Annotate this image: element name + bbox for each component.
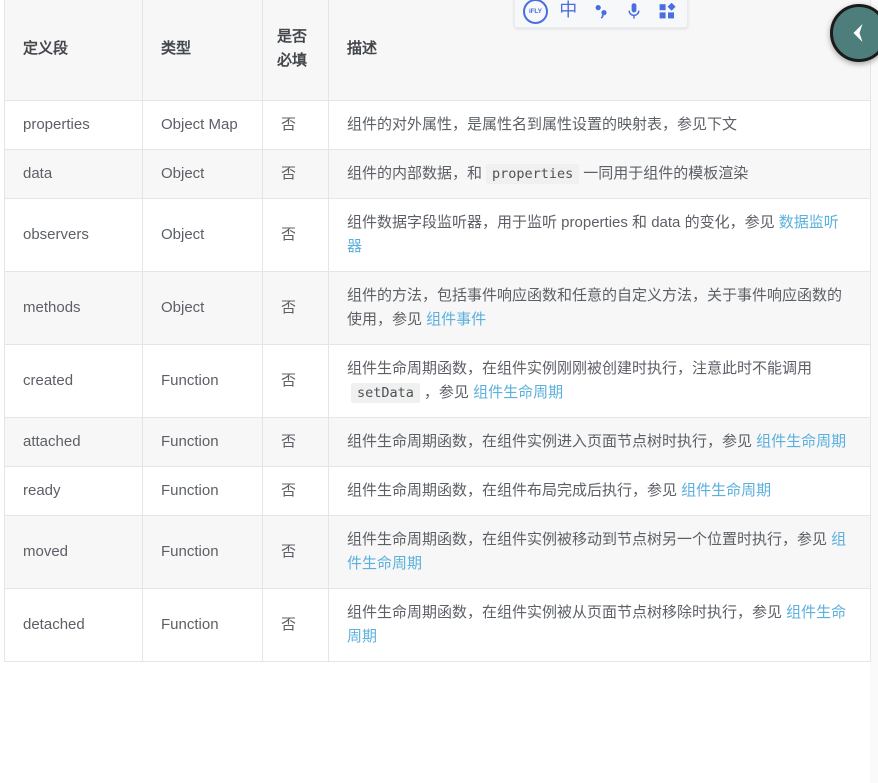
cell-field: attached bbox=[4, 417, 143, 467]
cell-type: Function bbox=[142, 515, 263, 589]
description-text: 组件生命周期函数，在组件实例被从页面节点树移除时执行，参见 bbox=[347, 604, 787, 621]
cell-description: 组件生命周期函数，在组件实例刚刚被创建时执行，注意此时不能调用 setData ，参… bbox=[328, 344, 871, 418]
cell-field: observers bbox=[4, 198, 143, 272]
inline-code: setData bbox=[351, 383, 420, 403]
cell-required: 否 bbox=[262, 515, 329, 589]
table-header: 定义段 类型 是否必填 描述 bbox=[4, 0, 871, 101]
table-row: properties Object Map 否 组件的对外属性，是属性名到属性设置的映… bbox=[4, 100, 871, 150]
microphone-icon[interactable] bbox=[620, 0, 648, 24]
cell-description: 组件生命周期函数，在组件实例被从页面节点树移除时执行，参见 组件生命周期 bbox=[328, 588, 871, 662]
cell-field: properties bbox=[4, 100, 143, 150]
cell-required: 否 bbox=[262, 100, 329, 150]
chinese-mode-label: 中 bbox=[559, 0, 578, 21]
description-text: 组件生命周期函数，在组件布局完成后执行，参见 bbox=[347, 482, 682, 499]
doc-link[interactable]: 组件生命周期 bbox=[473, 384, 563, 401]
cell-type: Function bbox=[142, 417, 263, 467]
table-row: data Object 否组件的内部数据，和 properties 一同用于组件的模板渲… bbox=[4, 149, 871, 199]
cell-description: 组件的方法，包括事件响应函数和任意的自定义方法，关于事件响应函数的使用，参见 组… bbox=[328, 271, 871, 345]
cell-type: Object bbox=[142, 149, 263, 199]
cell-required: 否 bbox=[262, 588, 329, 662]
table-body: properties Object Map 否组件的对外属性，是属性名到属性设置的映… bbox=[4, 100, 871, 662]
cell-type: Object Map bbox=[142, 100, 263, 150]
cell-field: data bbox=[4, 149, 143, 199]
component-definition-table: 定义段 类型 是否必填 描述 properties Object Map 否组件的对… bbox=[4, 0, 871, 662]
component-definition-table-container: 定义段 类型 是否必填 描述 properties Object Map 否组件的对… bbox=[4, 0, 871, 662]
cell-description: 组件数据字段监听器，用于监听 properties 和 data 的变化，参见 … bbox=[328, 198, 871, 272]
column-header-type: 类型 bbox=[142, 0, 263, 101]
cell-type: Function bbox=[142, 588, 263, 662]
cell-description: 组件的对外属性，是属性名到属性设置的映射表，参见下文 bbox=[328, 100, 871, 150]
doc-link[interactable]: 组件生命周期 bbox=[681, 482, 771, 499]
chevron-left-icon bbox=[853, 24, 863, 42]
page-scroll-gutter[interactable] bbox=[870, 0, 878, 783]
table-header-row: 定义段 类型 是否必填 描述 bbox=[4, 0, 871, 101]
table-row: detached Function 否组件生命周期函数，在组件实例被从页面节点树移除… bbox=[4, 588, 871, 662]
cell-description: 组件生命周期函数，在组件实例被移动到节点树另一个位置时执行，参见 组件生命周期 bbox=[328, 515, 871, 589]
ifly-logo-icon[interactable]: iFLY bbox=[521, 0, 549, 24]
cell-type: Object bbox=[142, 271, 263, 345]
description-text: 组件的内部数据，和 bbox=[347, 165, 483, 182]
cell-field: ready bbox=[4, 466, 143, 516]
description-text: 组件生命周期函数，在组件实例被移动到节点树另一个位置时执行，参见 bbox=[347, 531, 832, 548]
table-row: created Function 否组件生命周期函数，在组件实例刚刚被创建时执行，注… bbox=[4, 344, 871, 418]
description-text: 组件的方法，包括事件响应函数和任意的自定义方法，关于事件响应函数的使用，参见 bbox=[347, 287, 843, 328]
cell-type: Function bbox=[142, 466, 263, 516]
cell-type: Function bbox=[142, 344, 263, 418]
chinese-mode-icon[interactable]: 中 bbox=[554, 0, 582, 24]
cell-type: Object bbox=[142, 198, 263, 272]
table-row: ready Function 否组件生命周期函数，在组件布局完成后执行，参见 组件生… bbox=[4, 466, 871, 516]
cell-required: 否 bbox=[262, 149, 329, 199]
description-text: 组件生命周期函数，在组件实例进入页面节点树时执行，参见 bbox=[347, 433, 757, 450]
description-text: ，参见 bbox=[423, 384, 474, 401]
table-row: observers Object 否组件数据字段监听器，用于监听 propertie… bbox=[4, 198, 871, 272]
cell-field: detached bbox=[4, 588, 143, 662]
cell-required: 否 bbox=[262, 344, 329, 418]
cell-field: methods bbox=[4, 271, 143, 345]
description-text: 组件的对外属性，是属性名到属性设置的映射表，参见下文 bbox=[347, 116, 738, 133]
cell-field: moved bbox=[4, 515, 143, 589]
column-header-field: 定义段 bbox=[4, 0, 143, 101]
ifly-logo-text: iFLY bbox=[522, 0, 548, 24]
description-text: 组件生命周期函数，在组件实例刚刚被创建时执行，注意此时不能调用 bbox=[347, 360, 813, 377]
apps-grid-icon[interactable] bbox=[653, 0, 681, 24]
table-row: methods Object 否组件的方法，包括事件响应函数和任意的自定义方法，关于… bbox=[4, 271, 871, 345]
description-text: 一同用于组件的模板渲染 bbox=[583, 165, 749, 182]
ifly-ime-toolbar[interactable]: iFLY 中 bbox=[514, 0, 688, 28]
inline-code: properties bbox=[486, 164, 580, 184]
cell-required: 否 bbox=[262, 466, 329, 516]
doc-link[interactable]: 组件生命周期 bbox=[756, 433, 846, 450]
cell-required: 否 bbox=[262, 198, 329, 272]
column-header-required: 是否必填 bbox=[262, 0, 329, 101]
description-text: 组件数据字段监听器，用于监听 properties 和 data 的变化，参见 bbox=[347, 214, 779, 231]
cell-description: 组件的内部数据，和 properties 一同用于组件的模板渲染 bbox=[328, 149, 871, 199]
table-row: moved Function 否组件生命周期函数，在组件实例被移动到节点树另一个位置… bbox=[4, 515, 871, 589]
cell-required: 否 bbox=[262, 417, 329, 467]
page-root: 定义段 类型 是否必填 描述 properties Object Map 否组件的对… bbox=[0, 0, 878, 783]
table-row: attached Function 否组件生命周期函数，在组件实例进入页面节点树时执… bbox=[4, 417, 871, 467]
cell-required: 否 bbox=[262, 271, 329, 345]
cell-description: 组件生命周期函数，在组件布局完成后执行，参见 组件生命周期 bbox=[328, 466, 871, 516]
cell-description: 组件生命周期函数，在组件实例进入页面节点树时执行，参见 组件生命周期 bbox=[328, 417, 871, 467]
punctuation-icon[interactable] bbox=[587, 0, 615, 24]
doc-link[interactable]: 组件事件 bbox=[426, 311, 486, 328]
cell-field: created bbox=[4, 344, 143, 418]
